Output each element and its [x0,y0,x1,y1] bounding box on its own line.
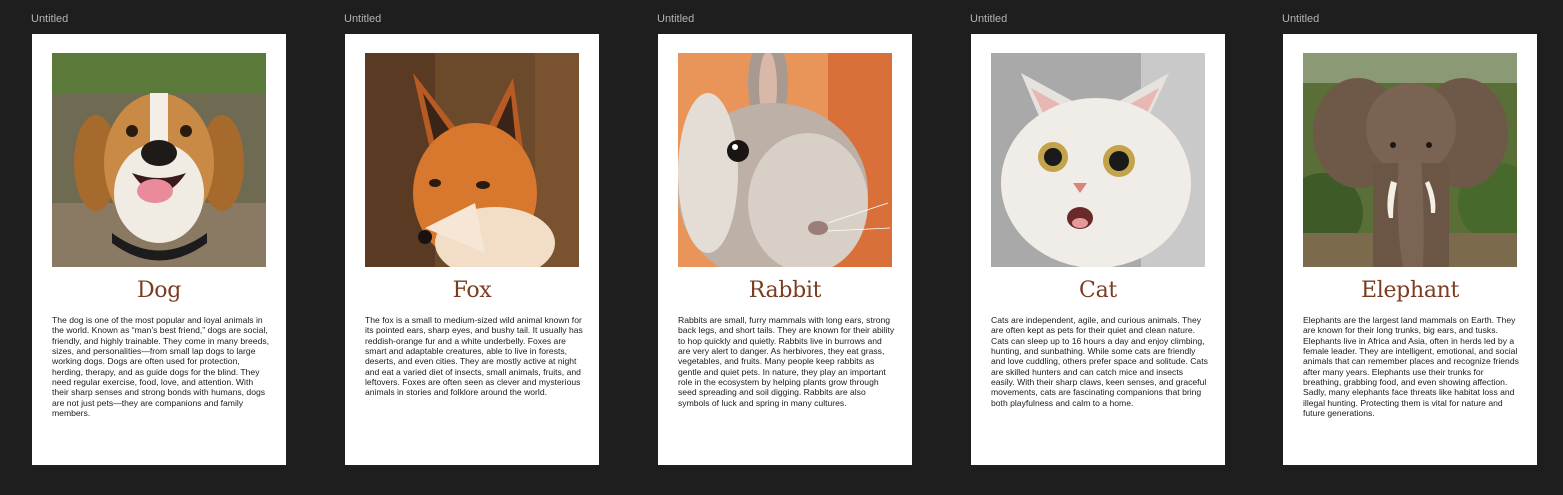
card-description: Cats are independent, agile, and curious… [991,315,1208,408]
card-description: The fox is a small to medium-sized wild … [365,315,583,398]
card-title: Fox [452,278,492,303]
card-cat[interactable]: Cat Cats are independent, agile, and cur… [971,34,1225,465]
card-description: Elephants are the largest land mammals o… [1303,315,1519,419]
frame-label[interactable]: Untitled [970,13,1007,25]
card-title: Elephant [1360,278,1460,303]
frame-label[interactable]: Untitled [1282,13,1319,25]
card-dog[interactable]: Dog The dog is one of the most popular a… [32,34,286,465]
card-title: Rabbit [748,278,822,303]
dog-photo [52,53,266,267]
design-canvas[interactable]: Untitled Dog The dog is one of the most … [0,0,1563,495]
rabbit-photo [678,53,892,267]
card-title: Cat [1079,278,1117,303]
cat-photo [991,53,1205,267]
card-description: The dog is one of the most popular and l… [52,315,270,419]
card-fox[interactable]: Fox The fox is a small to medium-sized w… [345,34,599,465]
fox-photo [365,53,579,267]
card-title: Dog [136,278,182,303]
card-description: Rabbits are small, furry mammals with lo… [678,315,895,408]
card-elephant[interactable]: Elephant Elephants are the largest land … [1283,34,1537,465]
frame-label[interactable]: Untitled [657,13,694,25]
elephant-photo [1303,53,1517,267]
frame-label[interactable]: Untitled [344,13,381,25]
frame-label[interactable]: Untitled [31,13,68,25]
card-rabbit[interactable]: Rabbit Rabbits are small, furry mammals … [658,34,912,465]
